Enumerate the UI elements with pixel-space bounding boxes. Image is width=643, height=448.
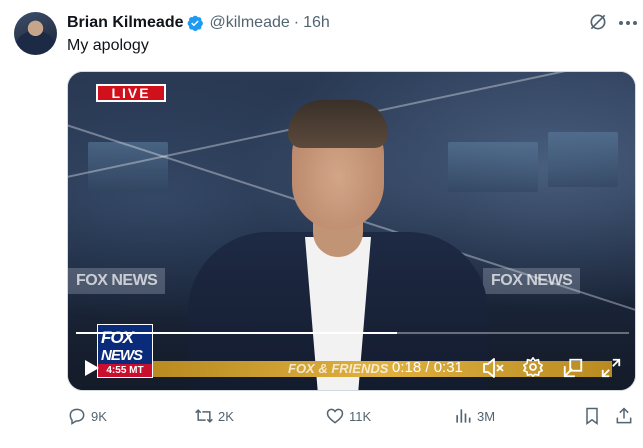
views-count: 3M <box>477 408 496 424</box>
fox-clock: 4:55 MT <box>98 364 152 377</box>
fox-news-backdrop-logo: FOX NEWS <box>483 268 581 294</box>
grok-icon[interactable] <box>588 12 608 32</box>
retweet-button[interactable]: 2K <box>194 404 234 428</box>
verified-badge-icon <box>188 15 204 32</box>
fox-news-backdrop-logo: FOX NEWS <box>68 268 166 294</box>
like-count: 11K <box>349 408 372 424</box>
views-icon <box>456 409 471 423</box>
live-badge: LIVE <box>96 84 166 102</box>
timestamp[interactable]: 16h <box>303 14 330 32</box>
chyron-text: FOX & FRIENDS <box>288 361 389 376</box>
avatar[interactable] <box>14 12 57 55</box>
bookmark-button[interactable] <box>582 404 606 428</box>
dock-icon[interactable] <box>562 357 584 379</box>
more-icon[interactable] <box>618 20 638 26</box>
video-progress-bar[interactable] <box>76 332 629 334</box>
author-handle[interactable]: @kilmeade <box>209 14 289 32</box>
bookmark-icon <box>586 407 598 425</box>
share-icon <box>616 407 632 424</box>
separator-dot: · <box>293 14 300 31</box>
tweet-header: Brian Kilmeade @kilmeade · 16h <box>67 12 330 34</box>
share-button[interactable] <box>614 404 638 428</box>
retweet-count: 2K <box>218 408 234 424</box>
reply-icon <box>69 408 85 425</box>
fox-logo-top: FOX <box>101 328 134 347</box>
video-time: 0:18 / 0:31 <box>392 359 463 376</box>
studio-monitor <box>88 142 168 192</box>
anchor-hair <box>288 100 388 148</box>
video-player[interactable]: FOX NEWS FOX NEWS LIVE FOX & FRIENDS FOX… <box>67 71 636 391</box>
video-progress-fill <box>76 332 397 334</box>
fullscreen-icon[interactable] <box>600 357 622 379</box>
fox-logo-bottom: NEWS <box>101 347 143 364</box>
reply-count: 9K <box>91 408 107 424</box>
play-icon[interactable] <box>84 359 100 377</box>
tweet-text: My apology <box>67 37 149 54</box>
studio-monitor <box>448 142 538 192</box>
like-button[interactable]: 11K <box>325 404 371 428</box>
studio-monitor <box>548 132 618 187</box>
views-button[interactable]: 3M <box>453 404 495 428</box>
author-name[interactable]: Brian Kilmeade <box>67 14 183 32</box>
settings-icon[interactable] <box>522 356 544 378</box>
retweet-icon <box>195 409 213 423</box>
like-icon <box>326 408 344 424</box>
reply-button[interactable]: 9K <box>67 404 107 428</box>
tweet-actions: 9K 2K 11K 3M <box>67 404 636 428</box>
volume-muted-icon[interactable] <box>482 357 506 379</box>
